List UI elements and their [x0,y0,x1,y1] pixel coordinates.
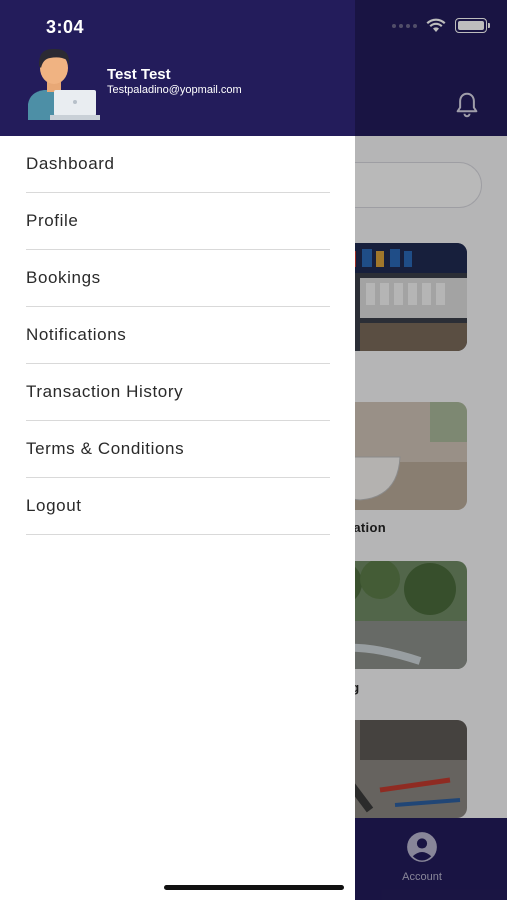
status-time: 3:04 [46,17,85,37]
menu-item-profile[interactable]: Profile [26,193,330,250]
menu-item-dashboard[interactable]: Dashboard [26,136,330,193]
avatar[interactable] [24,46,100,120]
menu-item-logout[interactable]: Logout [26,478,330,535]
menu-item-bookings[interactable]: Bookings [26,250,330,307]
home-indicator [164,885,344,890]
menu-item-notifications[interactable]: Notifications [26,307,330,364]
drawer-menu: Dashboard Profile Bookings Notifications… [26,136,330,535]
user-email: Testpaladino@yopmail.com [107,84,242,96]
user-name: Test Test [107,66,171,83]
menu-item-transaction-history[interactable]: Transaction History [26,364,330,421]
menu-item-terms-conditions[interactable]: Terms & Conditions [26,421,330,478]
navigation-drawer: 3:04 Test Test Testpaladino@yopmail.com … [0,0,355,900]
drawer-header: 3:04 Test Test Testpaladino@yopmail.com [0,0,355,136]
